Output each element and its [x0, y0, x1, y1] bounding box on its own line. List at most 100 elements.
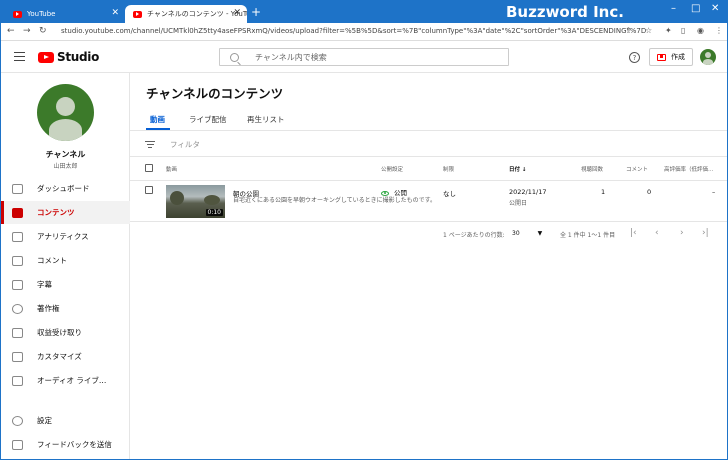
first-page-icon[interactable]: |‹ [630, 228, 637, 238]
filter-icon[interactable] [145, 141, 155, 150]
date-status: 公開日 [509, 200, 528, 207]
close-window-icon[interactable]: ✕ [711, 3, 719, 14]
copyright-icon [12, 303, 23, 314]
url-input[interactable]: studio.youtube.com/channel/UCMTkl0hZ5tty… [61, 27, 646, 35]
eye-icon [381, 190, 389, 196]
tab-videos[interactable]: 動画 [150, 114, 165, 125]
content-icon [12, 207, 23, 218]
gear-icon [12, 415, 23, 426]
tab-label: チャンネルのコンテンツ - YouTube Stu [147, 10, 247, 18]
next-page-icon[interactable]: › [680, 228, 684, 238]
search-icon [230, 52, 239, 62]
sidebar-item-copyright[interactable]: 著作権 [1, 297, 130, 320]
previous-page-icon[interactable]: ‹ [655, 228, 659, 238]
brand-overlay: Buzzword Inc. [506, 3, 624, 21]
select-all-checkbox[interactable] [145, 164, 153, 172]
video-camera-icon [657, 53, 666, 61]
page-range: 全 1 件中 1～1 件目 [560, 232, 616, 239]
comments-value: 0 [647, 188, 652, 196]
comments-icon [12, 255, 23, 266]
sidebar-item-analytics[interactable]: アナリティクス [1, 225, 130, 248]
sidebar-item-label: ダッシュボード [37, 184, 90, 193]
sidebar-item-label: アナリティクス [37, 232, 89, 241]
browser-tab-studio[interactable]: チャンネルのコンテンツ - YouTube Stu ✕ [125, 5, 247, 23]
menu-icon[interactable]: ⋮ [715, 26, 723, 35]
analytics-icon [12, 231, 23, 242]
sidebar-item-feedback[interactable]: フィードバックを送信 [1, 433, 130, 456]
studio-logo[interactable]: Studio [38, 50, 99, 64]
sidebar-item-label: コメント [37, 256, 67, 265]
youtube-logo-icon [38, 51, 54, 63]
reload-icon[interactable]: ↻ [39, 26, 47, 36]
close-tab-icon[interactable]: ✕ [111, 8, 119, 18]
sidebar-item-label: フィードバックを送信 [37, 440, 112, 449]
video-duration: 0:10 [205, 209, 223, 216]
new-tab-icon[interactable]: + [251, 6, 261, 18]
sidebar-item-comments[interactable]: コメント [1, 249, 130, 272]
sidebar-item-customization[interactable]: カスタマイズ [1, 345, 130, 368]
sidebar-item-subtitles[interactable]: 字幕 [1, 273, 130, 296]
filter-input[interactable]: フィルタ [170, 139, 200, 150]
active-tab-indicator [146, 128, 170, 130]
column-date[interactable]: 日付 ↓ [509, 165, 527, 173]
dashboard-icon [12, 183, 23, 194]
sidebar-item-label: 収益受け取り [37, 328, 82, 337]
video-thumbnail[interactable]: 0:10 [166, 185, 225, 218]
column-likes[interactable]: 高評価率（低評価… [664, 165, 714, 173]
page-title: チャンネルのコンテンツ [146, 86, 284, 101]
extensions-icon[interactable]: ✦ [665, 26, 672, 35]
tab-live[interactable]: ライブ配信 [189, 114, 227, 125]
subtitles-icon [12, 279, 23, 290]
logo-text: Studio [57, 50, 100, 64]
hamburger-menu-icon[interactable] [14, 52, 25, 64]
rows-per-page-select[interactable]: 30 ▼ [512, 230, 542, 237]
audio-library-icon [12, 375, 23, 386]
date-value: 2022/11/17 [509, 188, 547, 196]
column-comments[interactable]: コメント [626, 165, 648, 173]
column-visibility[interactable]: 公開設定 [381, 165, 403, 173]
create-button[interactable]: 作成 [649, 48, 693, 66]
help-icon[interactable]: ? [629, 52, 640, 63]
sidebar-item-content[interactable]: コンテンツ [1, 201, 130, 224]
sidebar-item-audio-library[interactable]: オーディオ ライブ… [1, 369, 130, 392]
channel-avatar[interactable] [37, 84, 94, 141]
search-input[interactable]: チャンネル内で検索 [219, 48, 509, 66]
tab-playlists[interactable]: 再生リスト [247, 114, 285, 125]
sidebar-item-label: 著作権 [37, 304, 60, 313]
address-bar: ← → ↻ studio.youtube.com/channel/UCMTkl0… [1, 23, 727, 41]
maximize-icon[interactable]: □ [691, 3, 700, 14]
forward-icon[interactable]: → [23, 26, 31, 36]
last-page-icon[interactable]: ›| [702, 228, 709, 238]
share-icon[interactable]: ⇪ [625, 26, 632, 35]
youtube-favicon-icon [133, 10, 142, 18]
sidebar-item-label: 設定 [37, 416, 52, 425]
profile-icon[interactable]: ◉ [697, 26, 704, 35]
filter-bar[interactable]: フィルタ [130, 131, 727, 157]
column-views[interactable]: 視聴回数 [581, 165, 603, 173]
sidebar-item-dashboard[interactable]: ダッシュボード [1, 177, 130, 200]
create-label: 作成 [671, 53, 685, 61]
content-tabs: 動画 ライブ配信 再生リスト [130, 107, 727, 131]
rows-per-page-value: 30 [512, 230, 520, 237]
main-content: チャンネルのコンテンツ 動画 ライブ配信 再生リスト フィルタ 動画 公開設定 … [130, 73, 727, 459]
browser-tab-bar: YouTube ✕ チャンネルのコンテンツ - YouTube Stu ✕ + … [1, 1, 727, 23]
youtube-favicon-icon [13, 10, 22, 18]
sidebar-item-settings[interactable]: 設定 [1, 409, 130, 432]
row-checkbox[interactable] [145, 186, 153, 194]
back-icon[interactable]: ← [7, 26, 15, 36]
account-avatar[interactable] [700, 49, 716, 65]
browser-window: YouTube ✕ チャンネルのコンテンツ - YouTube Stu ✕ + … [0, 0, 728, 460]
table-row[interactable]: 0:10 朝の公園 自宅近くにある公園を早朝ウオーキングしているときに撮影したも… [130, 181, 727, 222]
bookmark-star-icon[interactable]: ☆ [645, 26, 652, 35]
sidebar-item-monetization[interactable]: 収益受け取り [1, 321, 130, 344]
browser-tab-youtube[interactable]: YouTube ✕ [5, 5, 125, 23]
tab-label: YouTube [27, 10, 56, 18]
sidepanel-icon[interactable]: ▯ [681, 26, 685, 35]
close-tab-icon[interactable]: ✕ [233, 8, 241, 18]
minimize-icon[interactable]: – [671, 3, 676, 14]
visibility-status[interactable]: 公開 [381, 187, 407, 197]
sidebar-item-label: 字幕 [37, 280, 52, 289]
visibility-label: 公開 [394, 189, 407, 197]
table-header: 動画 公開設定 制限 日付 ↓ 視聴回数 コメント 高評価率（低評価… [130, 157, 727, 181]
column-restrictions[interactable]: 制限 [443, 165, 454, 173]
